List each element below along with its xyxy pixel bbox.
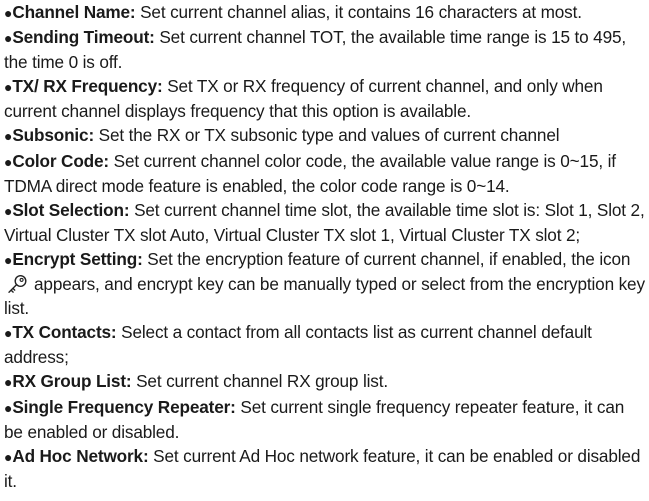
- list-item-encrypt-setting: ●Encrypt Setting: Set the encryption fea…: [4, 247, 647, 320]
- list-item-sending-timeout: ●Sending Timeout: Set current channel TO…: [4, 25, 647, 74]
- item-description: Set current channel RX group list.: [131, 371, 388, 392]
- list-item-rx-group-list: ●RX Group List: Set current channel RX g…: [4, 369, 647, 394]
- list-item-subsonic: ●Subsonic: Set the RX or TX subsonic typ…: [4, 123, 647, 148]
- list-item-single-frequency-repeater: ●Single Frequency Repeater: Set current …: [4, 395, 647, 444]
- item-term: TX Contacts:: [12, 322, 117, 343]
- item-term: TX/ RX Frequency:: [12, 76, 163, 97]
- list-item-tx-contacts: ●TX Contacts: Select a contact from all …: [4, 320, 647, 369]
- item-term: Single Frequency Repeater:: [12, 396, 236, 417]
- feature-list: ●Channel Name: Set current channel alias…: [4, 0, 647, 493]
- item-description: Set the RX or TX subsonic type and value…: [94, 125, 560, 146]
- item-term: Ad Hoc Network:: [12, 445, 149, 466]
- item-term: Channel Name:: [12, 2, 136, 22]
- key-icon: [6, 274, 28, 294]
- item-description: Set current channel alias, it contains 1…: [135, 2, 582, 22]
- item-term: Color Code:: [12, 150, 110, 171]
- item-term: Encrypt Setting:: [12, 248, 143, 269]
- list-item-tx-rx-frequency: ●TX/ RX Frequency: Set TX or RX frequenc…: [4, 74, 647, 123]
- item-term: Sending Timeout:: [12, 27, 155, 48]
- list-item-channel-name: ●Channel Name: Set current channel alias…: [4, 0, 647, 25]
- item-description-cont: appears, and encrypt key can be manually…: [4, 274, 645, 319]
- item-term: RX Group List:: [12, 371, 132, 392]
- item-term: Subsonic:: [12, 125, 95, 146]
- item-description: Set the encryption feature of current ch…: [142, 248, 631, 269]
- list-item-ad-hoc-network: ●Ad Hoc Network: Set current Ad Hoc netw…: [4, 444, 647, 493]
- list-item-color-code: ●Color Code: Set current channel color c…: [4, 149, 647, 198]
- list-item-slot-selection: ●Slot Selection: Set current channel tim…: [4, 198, 647, 247]
- item-term: Slot Selection:: [12, 199, 130, 220]
